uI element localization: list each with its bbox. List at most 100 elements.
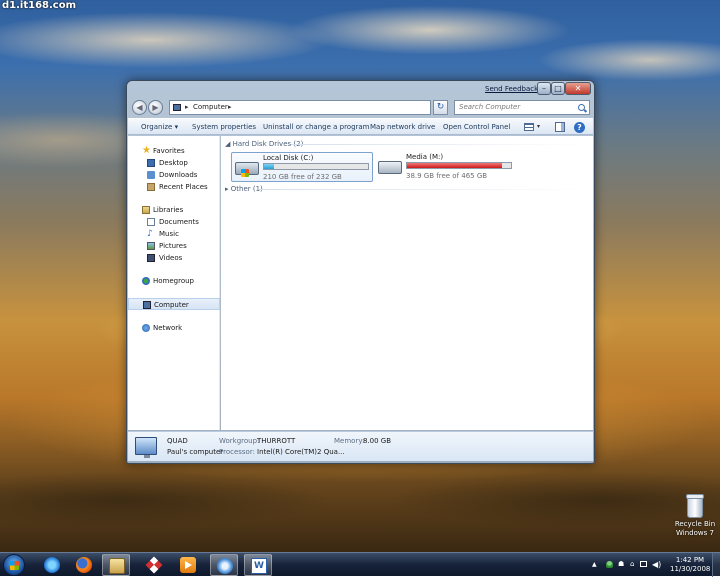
forward-button[interactable]: ▶ (148, 100, 163, 115)
search-box[interactable] (454, 100, 590, 115)
os-version-label: Windows 7 (676, 529, 714, 537)
taskbar-media-player[interactable] (174, 554, 202, 576)
content-pane: ◢ Hard Disk Drives (2) Local Disk (C:) 2… (221, 136, 593, 430)
action-center-icon[interactable] (640, 561, 647, 567)
nav-item-documents[interactable]: Documents (128, 216, 220, 228)
firefox-icon (76, 557, 92, 573)
search-icon[interactable] (578, 104, 585, 111)
nav-item-downloads[interactable]: Downloads (128, 169, 220, 181)
clock-date: 11/30/2008 (670, 565, 711, 573)
user-status-icon[interactable] (606, 561, 613, 568)
workgroup-value: THURROTT (257, 437, 296, 445)
breadcrumb-separator[interactable]: ▸ (185, 103, 189, 111)
open-control-panel-button[interactable]: Open Control Panel (443, 123, 510, 131)
taskbar-windows-explorer[interactable] (102, 554, 130, 576)
preview-pane-icon[interactable] (555, 122, 565, 132)
map-network-drive-button[interactable]: Map network drive (370, 123, 435, 131)
show-desktop-button[interactable] (712, 553, 720, 577)
music-icon: ♪ (147, 229, 153, 239)
group-header-label: Other (1) (230, 185, 263, 193)
nav-item-music[interactable]: ♪ Music (128, 228, 220, 240)
address-bar[interactable]: ▸ Computer ▸ ▾ (169, 100, 466, 115)
minimize-button[interactable]: – (537, 82, 551, 95)
hard-drive-icon (235, 162, 259, 177)
drive-free-space: 210 GB free of 232 GB (263, 173, 342, 181)
change-view-icon[interactable] (524, 123, 534, 131)
maximize-button[interactable]: □ (551, 82, 565, 95)
taskbar-word[interactable]: W (244, 554, 272, 576)
nav-item-videos[interactable]: Videos (128, 252, 220, 264)
recycle-bin[interactable]: Recycle Bin Windows 7 (672, 494, 718, 538)
drive-local-disk-c[interactable]: Local Disk (C:) 210 GB free of 232 GB (231, 152, 373, 182)
nav-label: Favorites (153, 147, 185, 155)
nav-item-homegroup[interactable]: Homegroup (128, 275, 220, 287)
language-icon[interactable]: ⌂ (630, 561, 637, 568)
send-feedback-link[interactable]: Send Feedback (485, 85, 538, 93)
nav-item-desktop[interactable]: Desktop (128, 157, 220, 169)
taskbar-app[interactable] (210, 554, 238, 576)
taskbar-internet-explorer[interactable] (38, 554, 66, 576)
show-hidden-icons-icon[interactable]: ▲ (592, 561, 599, 568)
recent-places-icon (147, 183, 155, 191)
breadcrumb-computer[interactable]: Computer (193, 103, 228, 111)
watermark: d1.it168.com (2, 0, 77, 11)
clock-time: 1:42 PM (675, 556, 705, 564)
computer-icon (173, 104, 181, 111)
recycle-bin-label: Recycle Bin (674, 520, 716, 528)
drive-media-m[interactable]: Media (M:) 38.9 GB free of 465 GB (375, 152, 515, 182)
nav-item-recent-places[interactable]: Recent Places (128, 181, 220, 193)
nav-item-pictures[interactable]: Pictures (128, 240, 220, 252)
drive-name: Local Disk (C:) (263, 154, 314, 162)
computer-icon (143, 301, 151, 309)
people-icon[interactable]: ☗ (618, 561, 625, 568)
computer-icon (135, 437, 157, 458)
drive-free-space: 38.9 GB free of 465 GB (406, 172, 488, 180)
taskbar-firefox[interactable] (70, 554, 98, 576)
start-button[interactable] (3, 554, 25, 576)
back-button[interactable]: ◀ (132, 100, 147, 115)
documents-icon (147, 218, 155, 226)
nav-label: Music (159, 230, 179, 238)
downloads-icon (147, 171, 155, 179)
nav-item-favorites[interactable]: ★ Favorites (128, 145, 220, 157)
organize-button[interactable]: Organize ▾ (141, 123, 178, 131)
notification-area: ▲ ☗ ⌂ ◀) (592, 560, 672, 570)
recycle-bin-icon[interactable] (686, 494, 704, 518)
windows-logo-icon (241, 169, 249, 177)
nav-label: Documents (159, 218, 199, 226)
drive-usage-fill (264, 164, 274, 169)
nav-label: Computer (154, 301, 189, 309)
help-icon[interactable]: ? (574, 122, 585, 133)
taskbar-app[interactable] (140, 554, 168, 576)
details-pane: QUAD Paul's computer Workgroup: THURROTT… (128, 431, 593, 461)
uninstall-program-button[interactable]: Uninstall or change a program (263, 123, 370, 131)
navigation-pane: ★ Favorites Desktop Downloads Recent Pla… (128, 136, 220, 430)
drive-usage-bar (263, 163, 369, 170)
refresh-button[interactable]: ↻ (433, 100, 448, 115)
close-button[interactable]: ✕ (565, 82, 591, 95)
network-icon (142, 324, 150, 332)
system-properties-button[interactable]: System properties (192, 123, 256, 131)
explorer-icon (109, 558, 125, 574)
explorer-window: Send Feedback – □ ✕ ◀ ▶ ▸ Computer ▸ ▾ ↻… (126, 80, 595, 464)
group-header-other[interactable]: ▸ Other (1) (225, 185, 263, 193)
memory-value: 8.00 GB (363, 437, 392, 445)
search-input[interactable] (459, 103, 569, 111)
volume-icon[interactable]: ◀) (652, 561, 661, 569)
nav-item-libraries[interactable]: Libraries (128, 204, 220, 216)
drive-usage-fill (407, 163, 503, 168)
nav-item-computer[interactable]: Computer (128, 298, 220, 310)
views-dropdown-icon[interactable]: ▾ (537, 123, 540, 130)
star-icon: ★ (142, 145, 151, 156)
nav-item-network[interactable]: Network (128, 322, 220, 334)
command-bar: Organize ▾ System properties Uninstall o… (128, 118, 593, 135)
clock[interactable]: 1:42 PM 11/30/2008 (670, 556, 710, 574)
breadcrumb-separator[interactable]: ▸ (228, 103, 232, 111)
homegroup-icon (142, 277, 150, 285)
nav-label: Videos (159, 254, 183, 262)
memory-label: Memory: (334, 437, 365, 445)
nav-label: Downloads (159, 171, 198, 179)
processor-value: Intel(R) Core(TM)2 Qua... (257, 448, 345, 456)
taskbar: W ▲ ☗ ⌂ ◀) 1:42 PM 11/30/2008 (0, 552, 720, 577)
nav-label: Libraries (153, 206, 184, 214)
